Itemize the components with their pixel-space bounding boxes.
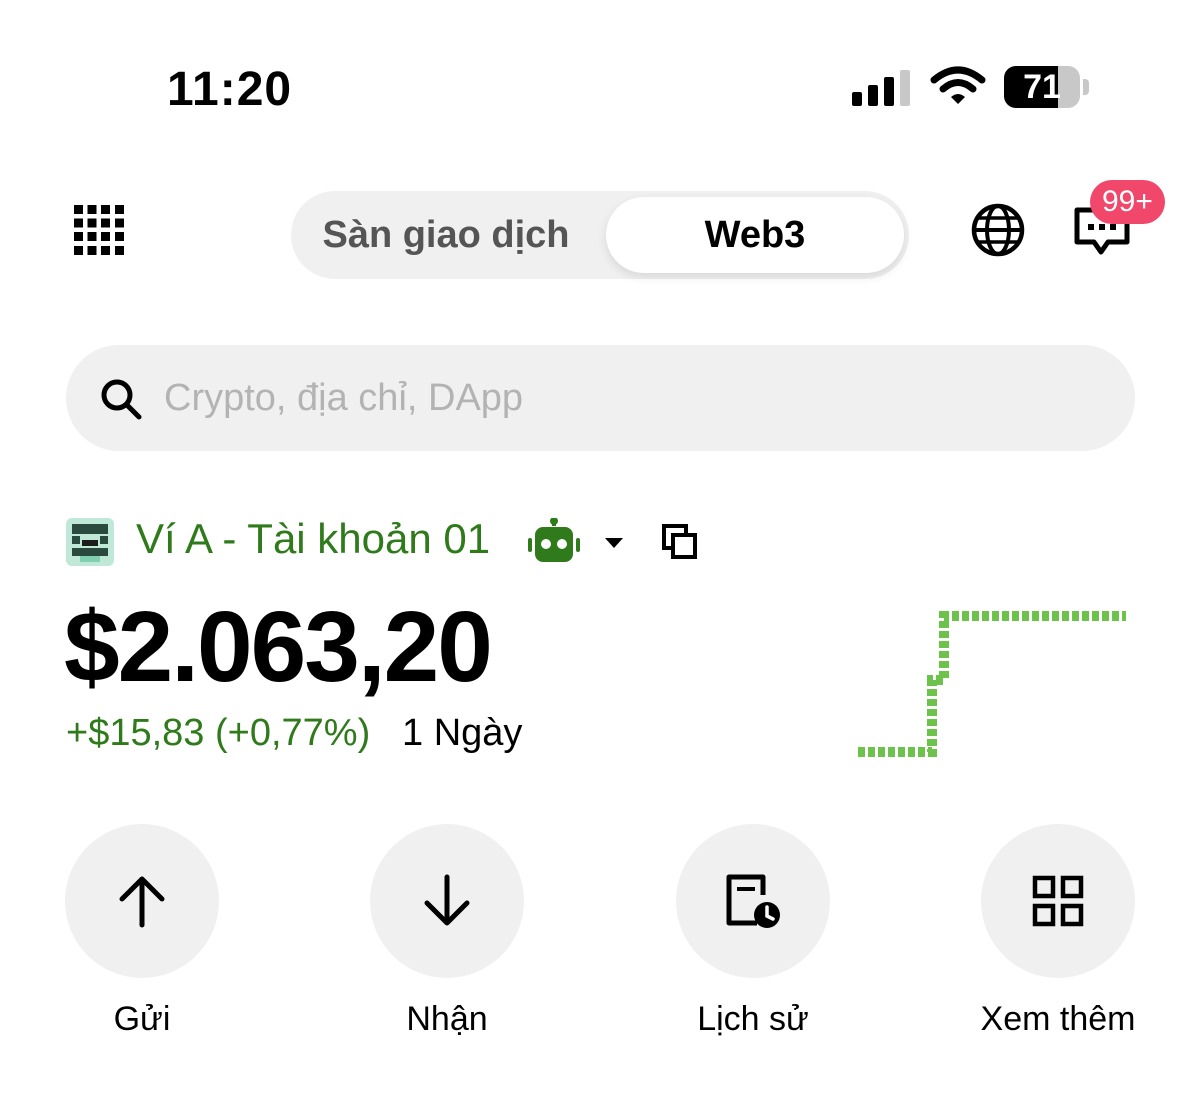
more-label: Xem thêm — [980, 1000, 1136, 1038]
grid-menu-icon[interactable] — [74, 205, 124, 255]
search-input[interactable] — [164, 366, 1064, 430]
notification-badge: 99+ — [1090, 180, 1165, 224]
wifi-icon — [930, 66, 986, 104]
battery-icon: 71 — [1004, 66, 1089, 108]
arrow-up-icon — [119, 876, 165, 928]
receive-button[interactable] — [370, 824, 524, 978]
more-action[interactable]: Xem thêm — [981, 824, 1135, 1038]
send-action[interactable]: Gửi — [65, 824, 219, 1038]
robot-icon — [528, 518, 580, 562]
more-grid-icon — [1032, 875, 1084, 927]
more-button[interactable] — [981, 824, 1135, 978]
search-icon — [101, 379, 142, 420]
receive-label: Nhận — [406, 1000, 488, 1038]
period-selector[interactable]: 1 Ngày — [402, 712, 522, 755]
send-button[interactable] — [65, 824, 219, 978]
history-label: Lịch sử — [697, 1000, 809, 1038]
arrow-down-icon — [424, 874, 470, 926]
chevron-down-icon[interactable] — [603, 536, 625, 550]
tab-exchange[interactable]: Sàn giao dịch — [291, 191, 601, 279]
wallet-avatar[interactable] — [66, 518, 114, 566]
send-label: Gửi — [113, 1000, 171, 1038]
wallet-name[interactable]: Ví A - Tài khoản 01 — [136, 515, 490, 563]
status-time: 11:20 — [167, 63, 293, 116]
cellular-signal-icon — [852, 70, 910, 106]
receive-action[interactable]: Nhận — [370, 824, 524, 1038]
battery-level: 71 — [1023, 68, 1061, 106]
copy-icon[interactable] — [662, 524, 698, 560]
globe-icon[interactable] — [970, 202, 1026, 258]
history-action[interactable]: Lịch sử — [676, 824, 830, 1038]
balance-change: +$15,83 (+0,77%) — [66, 712, 371, 754]
wallet-balance: $2.063,20 — [64, 591, 493, 703]
history-icon — [726, 874, 780, 928]
balance-sparkline — [858, 611, 1126, 757]
tab-web3[interactable]: Web3 — [606, 197, 904, 273]
history-button[interactable] — [676, 824, 830, 978]
